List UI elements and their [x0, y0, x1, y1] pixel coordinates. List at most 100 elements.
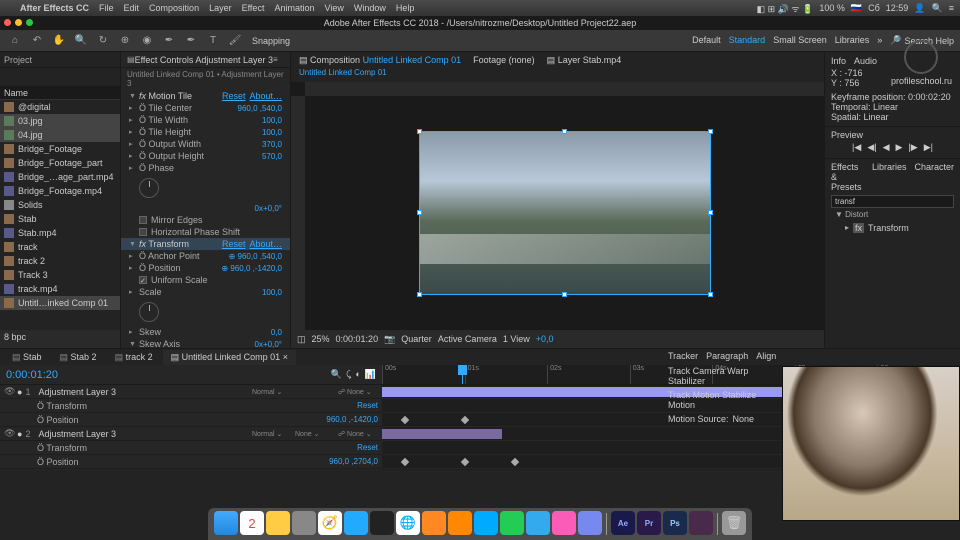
- menu-effect[interactable]: Effect: [242, 3, 265, 13]
- motion-tile-about[interactable]: About…: [249, 91, 282, 101]
- fx-prop-value[interactable]: 100,0: [262, 116, 282, 125]
- tracker-row2[interactable]: Track Motion Stabilize Motion: [662, 388, 782, 412]
- skew-value[interactable]: 0,0: [271, 328, 282, 337]
- dock-vlc-icon[interactable]: [422, 511, 446, 535]
- project-item[interactable]: Track 3: [0, 268, 120, 282]
- col-name[interactable]: Name: [4, 88, 116, 98]
- tl-graph-icon[interactable]: 📊: [365, 369, 376, 380]
- project-item[interactable]: 04.jpg: [0, 128, 120, 142]
- composition-viewer[interactable]: [291, 82, 824, 330]
- menu-file[interactable]: File: [99, 3, 114, 13]
- resolution-dropdown[interactable]: Quarter: [401, 334, 432, 344]
- canvas-content[interactable]: [420, 132, 710, 294]
- fx-prop-value[interactable]: 370,0: [262, 140, 282, 149]
- menu-view[interactable]: View: [324, 3, 343, 13]
- solo-icon[interactable]: ●: [17, 429, 22, 439]
- audio-tab[interactable]: Audio: [854, 56, 877, 66]
- dock-safari-icon[interactable]: 🧭: [318, 511, 342, 535]
- dock-trash-icon[interactable]: 🗑: [722, 511, 746, 535]
- layer-bar[interactable]: [382, 429, 502, 439]
- transform-handle[interactable]: [417, 129, 422, 134]
- playhead[interactable]: [462, 365, 463, 384]
- menu-layer[interactable]: Layer: [209, 3, 232, 13]
- ws-more-icon[interactable]: »: [877, 35, 882, 46]
- dock-ps-icon[interactable]: Ps: [663, 511, 687, 535]
- mirror-edges-checkbox[interactable]: [139, 216, 147, 224]
- bpc-button[interactable]: 8 bpc: [4, 332, 26, 346]
- menu-edit[interactable]: Edit: [124, 3, 140, 13]
- parent-link[interactable]: ☍ None ⌄: [338, 430, 378, 438]
- dock-notes-icon[interactable]: [266, 511, 290, 535]
- dock-music-icon[interactable]: [552, 511, 576, 535]
- visibility-icon[interactable]: 👁: [4, 386, 14, 397]
- type-tool-icon[interactable]: T: [204, 33, 222, 49]
- dock-tg-icon[interactable]: [526, 511, 550, 535]
- play-icon[interactable]: ▶: [896, 142, 903, 153]
- dock-wa-icon[interactable]: [500, 511, 524, 535]
- phase-dial[interactable]: [139, 178, 159, 198]
- paragraph-tab[interactable]: Paragraph: [706, 351, 748, 361]
- dock-mon-icon[interactable]: [370, 511, 394, 535]
- spotlight-icon[interactable]: 🔍: [932, 3, 943, 14]
- transform-handle[interactable]: [417, 210, 422, 215]
- keyframe-icon[interactable]: [401, 416, 409, 424]
- dock-skype-icon[interactable]: [474, 511, 498, 535]
- user-icon[interactable]: 👤: [914, 3, 925, 14]
- tracker-tab[interactable]: Tracker: [668, 351, 698, 361]
- battery-pct[interactable]: 100 %: [819, 3, 845, 13]
- notifications-icon[interactable]: ≡: [949, 3, 954, 13]
- info-tab[interactable]: Info: [831, 56, 846, 66]
- project-item[interactable]: track.mp4: [0, 282, 120, 296]
- project-item[interactable]: Bridge_Footage_part: [0, 156, 120, 170]
- project-list[interactable]: @digital03.jpg04.jpgBridge_FootageBridge…: [0, 100, 120, 330]
- keyframe-icon[interactable]: [401, 458, 409, 466]
- project-item[interactable]: Bridge_Footage.mp4: [0, 184, 120, 198]
- layer-prop-value[interactable]: 960,0 ,2704,0: [329, 457, 378, 466]
- mask-mode-icon[interactable]: ◫: [297, 334, 306, 345]
- ws-standard[interactable]: Standard: [729, 35, 766, 46]
- menu-composition[interactable]: Composition: [149, 3, 199, 13]
- transform-handle[interactable]: [562, 129, 567, 134]
- trkmat[interactable]: None ⌄: [295, 430, 335, 438]
- viewer-tab-layer[interactable]: ▤ Layer Stab.mp4: [547, 55, 622, 66]
- keyframe-icon[interactable]: [461, 416, 469, 424]
- zoom-tool-icon[interactable]: 🔍: [72, 33, 90, 49]
- layer-name[interactable]: Adjustment Layer 3: [38, 429, 249, 439]
- anchor-tool-icon[interactable]: ◉: [138, 33, 156, 49]
- fx-prop-value[interactable]: 100,0: [262, 128, 282, 137]
- ep-effect-transform[interactable]: ▸ fx Transform: [831, 221, 954, 235]
- layer-name[interactable]: Adjustment Layer 3: [38, 387, 249, 397]
- selection-tool-icon[interactable]: ↶: [28, 33, 46, 49]
- dock-disc-icon[interactable]: [578, 511, 602, 535]
- project-item[interactable]: track 2: [0, 254, 120, 268]
- project-item[interactable]: track: [0, 240, 120, 254]
- project-item[interactable]: Bridge_…age_part.mp4: [0, 170, 120, 184]
- prev-frame-icon[interactable]: ◀|: [867, 142, 876, 153]
- timeline-timecode[interactable]: 0:00:01:20: [6, 369, 58, 381]
- view-dropdown[interactable]: 1 View: [503, 334, 530, 344]
- transform-handle[interactable]: [417, 292, 422, 297]
- menu-window[interactable]: Window: [354, 3, 386, 13]
- transform-handle[interactable]: [708, 129, 713, 134]
- comp-breadcrumb[interactable]: Untitled Linked Comp 01: [291, 68, 824, 82]
- scale-dial[interactable]: [139, 302, 159, 322]
- tl-tab-stab[interactable]: ▤ Stab: [4, 350, 50, 365]
- app-menu[interactable]: After Effects CC: [20, 3, 89, 13]
- motion-source-dropdown[interactable]: None: [733, 414, 755, 424]
- last-frame-icon[interactable]: ▶|: [924, 142, 933, 153]
- exposure-value[interactable]: +0,0: [536, 334, 554, 344]
- transform-reset[interactable]: Reset: [222, 239, 246, 249]
- solo-icon[interactable]: ●: [17, 387, 22, 397]
- fx-prop-value[interactable]: 960,0 ,540,0: [238, 104, 282, 113]
- camera-dropdown[interactable]: Active Camera: [438, 334, 497, 344]
- ws-libraries[interactable]: Libraries: [835, 35, 870, 46]
- home-tool-icon[interactable]: ⌂: [6, 33, 24, 49]
- keyframe-icon[interactable]: [461, 458, 469, 466]
- maximize-icon[interactable]: [26, 19, 33, 26]
- dock-launch-icon[interactable]: [292, 511, 316, 535]
- transform-about[interactable]: About…: [249, 239, 282, 249]
- tracker-row1[interactable]: Track Camera Warp Stabilizer: [662, 364, 782, 388]
- project-item[interactable]: @digital: [0, 100, 120, 114]
- keyframe-icon[interactable]: [511, 458, 519, 466]
- effects-search-input[interactable]: [831, 195, 954, 208]
